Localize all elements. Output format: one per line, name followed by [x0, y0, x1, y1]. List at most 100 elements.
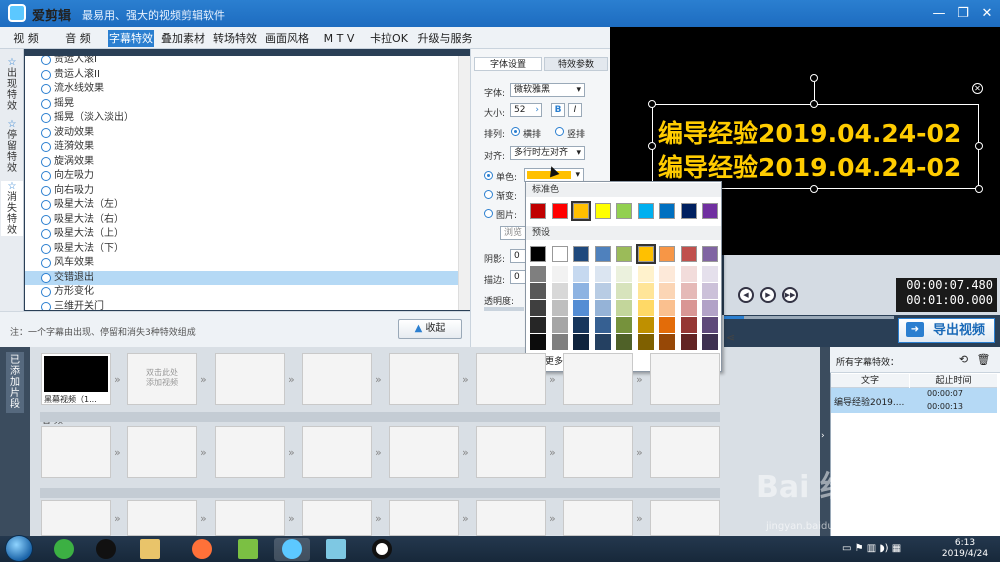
- effect-radio[interactable]: [41, 214, 51, 225]
- preset-shade-swatch[interactable]: [616, 334, 632, 350]
- preset-color-swatch[interactable]: [680, 246, 697, 262]
- effect-list-item[interactable]: 贵运人滚II: [25, 68, 458, 83]
- resize-handle-left[interactable]: [648, 142, 656, 150]
- preset-shade-swatch[interactable]: [702, 300, 718, 316]
- effect-radio[interactable]: [41, 185, 51, 196]
- preset-shade-swatch[interactable]: [702, 266, 718, 282]
- effect-list-item[interactable]: 吸星大法（下）: [25, 242, 458, 257]
- transition-arrow-icon[interactable]: »: [549, 512, 556, 525]
- taskbar-app-5[interactable]: [318, 538, 354, 561]
- timeline-clip-slot[interactable]: [389, 426, 459, 478]
- effect-list-scrollbar[interactable]: [458, 56, 470, 310]
- transition-arrow-icon[interactable]: »: [636, 373, 643, 386]
- menu-mtv[interactable]: M T V: [316, 30, 362, 47]
- timeline-clip-slot[interactable]: [127, 426, 197, 478]
- effect-list-item[interactable]: 交错退出: [25, 270, 458, 285]
- effect-radio[interactable]: [41, 113, 51, 123]
- preset-shade-swatch[interactable]: [616, 317, 632, 333]
- resize-handle-bottom[interactable]: [810, 185, 818, 193]
- preset-shade-swatch[interactable]: [659, 300, 675, 316]
- menu-video[interactable]: 视 频: [6, 30, 46, 47]
- transition-arrow-icon[interactable]: »: [549, 373, 556, 386]
- system-tray[interactable]: ▭ ⚑ ▥ ◗) ▦: [842, 543, 901, 554]
- transition-arrow-icon[interactable]: »: [375, 512, 382, 525]
- browse-button[interactable]: 浏览: [500, 226, 526, 240]
- preset-shade-swatch[interactable]: [551, 283, 568, 299]
- effect-list-item[interactable]: 方形变化: [25, 285, 458, 300]
- preset-shade-swatch[interactable]: [616, 283, 632, 299]
- preset-color-swatch[interactable]: [702, 246, 718, 262]
- timeline-clip-slot[interactable]: [650, 353, 720, 405]
- preset-color-swatch[interactable]: [594, 246, 611, 262]
- preset-shade-swatch[interactable]: [637, 283, 654, 299]
- preset-shade-swatch[interactable]: [680, 283, 697, 299]
- shadow-input[interactable]: 0: [510, 249, 526, 263]
- preset-shade-swatch[interactable]: [616, 266, 632, 282]
- preset-shade-swatch[interactable]: [594, 283, 611, 299]
- preset-shade-swatch[interactable]: [616, 300, 632, 316]
- timeline-clip-slot[interactable]: [302, 500, 372, 536]
- transition-arrow-icon[interactable]: »: [375, 373, 382, 386]
- resize-handle-top[interactable]: [810, 100, 818, 108]
- effect-list-item[interactable]: 三维开关门: [25, 300, 458, 310]
- standard-color-swatch[interactable]: [637, 203, 654, 219]
- effect-radio[interactable]: [41, 69, 51, 80]
- effect-radio[interactable]: [41, 142, 51, 152]
- effect-list-item[interactable]: 贵运人滚I: [25, 56, 458, 68]
- effect-radio[interactable]: [41, 272, 51, 283]
- effect-radio[interactable]: [41, 287, 51, 297]
- transition-arrow-icon[interactable]: »: [114, 512, 121, 525]
- delete-subtitle-icon[interactable]: ✕: [972, 83, 983, 94]
- timeline-clip-slot[interactable]: [389, 500, 459, 536]
- opacity-slider[interactable]: [484, 307, 524, 311]
- preset-shade-swatch[interactable]: [530, 266, 546, 282]
- transition-arrow-icon[interactable]: »: [288, 446, 295, 459]
- timeline-clip-slot[interactable]: [41, 426, 111, 478]
- start-button[interactable]: [5, 535, 33, 562]
- effect-radio[interactable]: [41, 56, 51, 65]
- preset-shade-swatch[interactable]: [573, 266, 589, 282]
- timeline-collapse-handle[interactable]: ›: [820, 347, 830, 536]
- play-button[interactable]: ▶: [760, 287, 776, 303]
- preset-color-swatch[interactable]: [530, 246, 546, 262]
- transition-arrow-icon[interactable]: »: [200, 373, 207, 386]
- transition-arrow-icon[interactable]: »: [462, 373, 469, 386]
- rotate-handle[interactable]: [810, 74, 818, 82]
- preset-shade-swatch[interactable]: [551, 334, 568, 350]
- align-select[interactable]: 多行时左对齐 ▾: [510, 146, 585, 160]
- timeline-clip-slot[interactable]: [563, 353, 633, 405]
- preset-shade-swatch[interactable]: [680, 266, 697, 282]
- taskbar-app-qq[interactable]: [88, 538, 124, 561]
- preset-shade-swatch[interactable]: [702, 334, 718, 350]
- preset-shade-swatch[interactable]: [680, 334, 697, 350]
- effect-list-item[interactable]: 波动效果: [25, 126, 458, 141]
- standard-color-swatch[interactable]: [594, 203, 611, 219]
- menu-transitions[interactable]: 转场特效: [212, 30, 258, 47]
- preset-shade-swatch[interactable]: [530, 334, 546, 350]
- timeline-clip-slot[interactable]: [302, 426, 372, 478]
- menu-filters[interactable]: 画面风格: [264, 30, 310, 47]
- preset-shade-swatch[interactable]: [659, 334, 675, 350]
- preset-shade-swatch[interactable]: [637, 266, 654, 282]
- preset-color-swatch[interactable]: [635, 244, 656, 264]
- preset-shade-swatch[interactable]: [551, 317, 568, 333]
- transition-arrow-icon[interactable]: »: [114, 446, 121, 459]
- preset-shade-swatch[interactable]: [637, 317, 654, 333]
- size-input[interactable]: 52 ›: [510, 103, 542, 117]
- preset-shade-swatch[interactable]: [551, 266, 568, 282]
- stroke-input[interactable]: 0: [510, 270, 526, 284]
- menu-audio[interactable]: 音 频: [56, 30, 100, 47]
- preset-shade-swatch[interactable]: [680, 317, 697, 333]
- trash-icon[interactable]: 🗑: [976, 352, 991, 367]
- effect-radio[interactable]: [41, 171, 51, 181]
- solid-color-radio[interactable]: [484, 171, 493, 180]
- effect-list-item[interactable]: 风车效果: [25, 256, 458, 271]
- timeline-clip-slot[interactable]: [476, 426, 546, 478]
- taskbar-app-player[interactable]: [230, 538, 266, 561]
- effect-list-item[interactable]: 吸星大法（上）: [25, 227, 458, 242]
- effect-list-item[interactable]: 摇晃: [25, 97, 458, 112]
- preset-shade-swatch[interactable]: [702, 317, 718, 333]
- subtitle-row[interactable]: 编导经验2019.... 00:00:07 00:00:13: [831, 388, 997, 413]
- effect-radio[interactable]: [41, 243, 51, 254]
- transition-arrow-icon[interactable]: »: [462, 446, 469, 459]
